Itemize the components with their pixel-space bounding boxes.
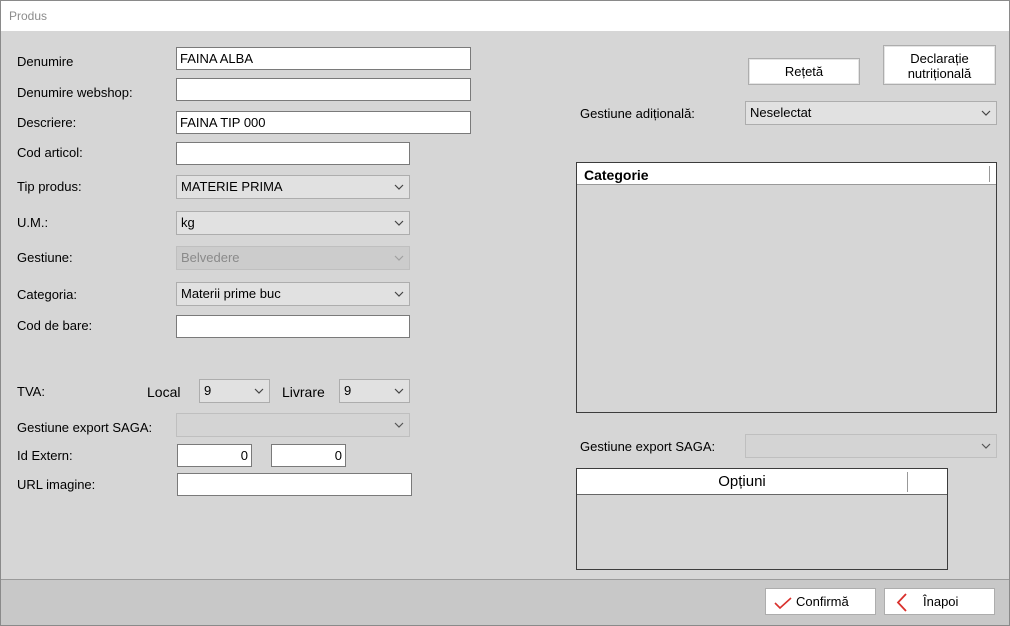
- label-denumire: Denumire: [17, 54, 74, 69]
- chevron-down-icon: [394, 220, 404, 226]
- um-value: kg: [181, 215, 195, 230]
- optiuni-column-header[interactable]: Opțiuni: [577, 473, 907, 490]
- tva-local-select[interactable]: 9: [199, 379, 270, 403]
- id-extern-input-1[interactable]: 0: [177, 444, 252, 467]
- confirma-button[interactable]: Confirmă: [765, 588, 876, 615]
- categorie-column-header[interactable]: Categorie: [584, 167, 649, 183]
- label-gestiune-aditionala: Gestiune adițională:: [580, 106, 695, 121]
- categorie-grid-header: Categorie: [577, 163, 996, 185]
- optiuni-grid[interactable]: Opțiuni: [576, 468, 948, 570]
- label-url-imagine: URL imagine:: [17, 477, 96, 492]
- denumire-input[interactable]: FAINA ALBA: [176, 47, 471, 70]
- confirma-label: Confirmă: [796, 594, 849, 609]
- descriere-input[interactable]: FAINA TIP 000: [176, 111, 471, 134]
- label-cod-articol: Cod articol:: [17, 145, 83, 160]
- declaratie-label-line1: Declarație: [910, 51, 969, 66]
- gestiune-export-saga-select: [176, 413, 410, 437]
- gestiune-select: Belvedere: [176, 246, 410, 270]
- label-gestiune-export-saga-right: Gestiune export SAGA:: [580, 439, 716, 454]
- tip-produs-select[interactable]: MATERIE PRIMA: [176, 175, 410, 199]
- label-id-extern: Id Extern:: [17, 448, 73, 463]
- chevron-down-icon: [254, 388, 264, 394]
- label-gestiune: Gestiune:: [17, 250, 73, 265]
- gestiune-export-saga-right-select: [745, 434, 997, 458]
- reteta-label: Rețetă: [784, 64, 824, 79]
- tip-produs-value: MATERIE PRIMA: [181, 179, 283, 194]
- tva-livrare-value: 9: [344, 383, 352, 398]
- chevron-down-icon: [394, 388, 404, 394]
- gestiune-aditionala-select[interactable]: Neselectat: [745, 101, 997, 125]
- categorie-grid[interactable]: Categorie: [576, 162, 997, 413]
- categoria-select[interactable]: Materii prime buc: [176, 282, 410, 306]
- column-divider: [907, 472, 908, 492]
- checkmark-icon: [774, 597, 792, 610]
- title-bar: Produs: [0, 0, 1010, 31]
- cod-bare-input[interactable]: [176, 315, 410, 338]
- cod-articol-input[interactable]: [176, 142, 410, 165]
- label-categoria: Categoria:: [17, 287, 77, 302]
- label-descriere: Descriere:: [17, 115, 77, 130]
- chevron-down-icon: [981, 443, 991, 449]
- id-extern-input-2[interactable]: 0: [271, 444, 346, 467]
- declaratie-label-line2: nutrițională: [907, 66, 972, 81]
- tva-livrare-select[interactable]: 9: [339, 379, 410, 403]
- inapoi-button[interactable]: Înapoi: [884, 588, 995, 615]
- label-denumire-webshop: Denumire webshop:: [17, 85, 133, 100]
- column-divider: [989, 166, 990, 182]
- denumire-webshop-input[interactable]: [176, 78, 471, 101]
- back-arrow-icon: [896, 593, 907, 612]
- um-select[interactable]: kg: [176, 211, 410, 235]
- chevron-down-icon: [981, 110, 991, 116]
- chevron-down-icon: [394, 422, 404, 428]
- optiuni-grid-header: Opțiuni: [577, 469, 947, 495]
- chevron-down-icon: [394, 255, 404, 261]
- chevron-down-icon: [394, 184, 404, 190]
- label-gestiune-export-saga: Gestiune export SAGA:: [17, 420, 153, 435]
- label-tva: TVA:: [17, 384, 45, 399]
- gestiune-aditionala-value: Neselectat: [750, 105, 812, 120]
- label-cod-bare: Cod de bare:: [17, 318, 93, 333]
- label-local: Local: [147, 384, 181, 400]
- url-imagine-input[interactable]: [177, 473, 412, 496]
- chevron-down-icon: [394, 291, 404, 297]
- label-um: U.M.:: [17, 215, 49, 230]
- tva-local-value: 9: [204, 383, 212, 398]
- reteta-button[interactable]: Rețetă: [748, 58, 860, 85]
- declaratie-nutritionala-button[interactable]: Declarație nutrițională: [883, 45, 996, 85]
- gestiune-value: Belvedere: [181, 250, 240, 265]
- inapoi-label: Înapoi: [923, 594, 959, 609]
- label-tip-produs: Tip produs:: [17, 179, 82, 194]
- window-title: Produs: [9, 9, 48, 23]
- categoria-value: Materii prime buc: [181, 286, 281, 301]
- label-livrare: Livrare: [282, 384, 325, 400]
